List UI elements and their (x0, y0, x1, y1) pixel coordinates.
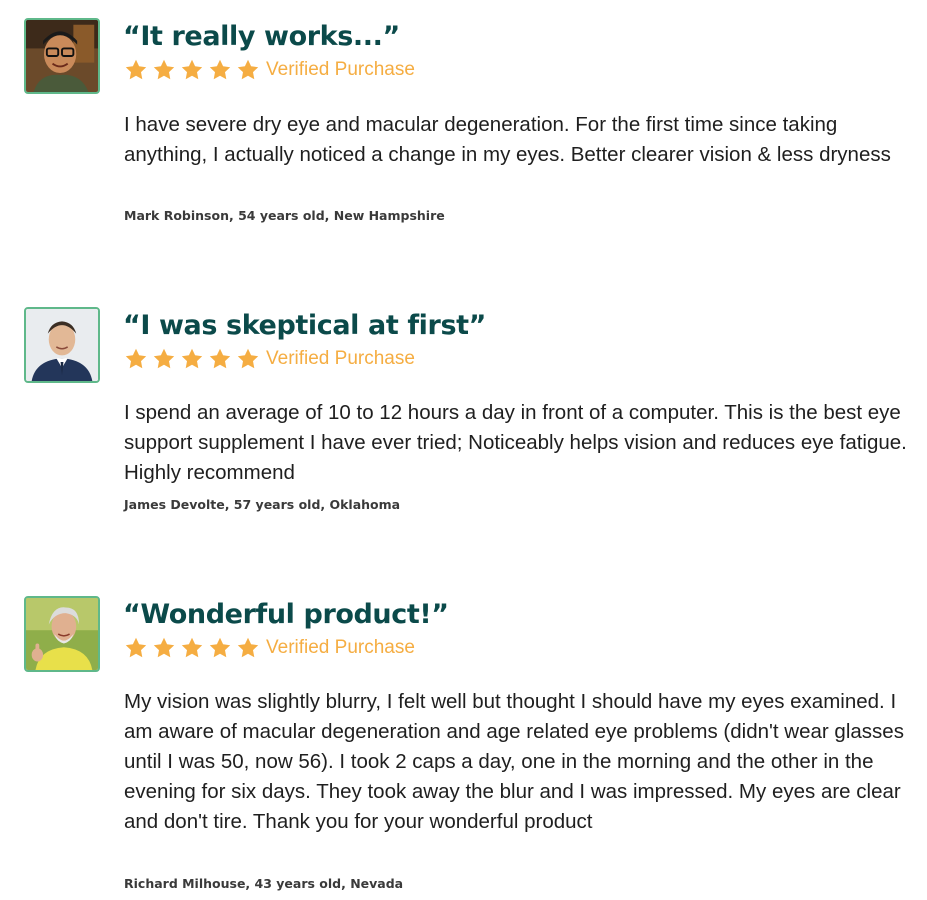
star-icon (181, 348, 203, 369)
star-icon (153, 637, 175, 658)
reviewer-avatar (24, 307, 100, 383)
reviewer-avatar (24, 596, 100, 672)
star-icon (237, 59, 259, 80)
star-icon (237, 637, 259, 658)
star-rating (124, 636, 264, 660)
verified-purchase-label: Verified Purchase (266, 348, 415, 369)
reviewer-photo (26, 598, 98, 670)
reviewer-photo (26, 20, 98, 92)
review-title: “Wonderful product!” (123, 599, 449, 630)
star-icon (209, 59, 231, 80)
review-author: Richard Milhouse, 43 years old, Nevada (124, 876, 404, 891)
star-icon (125, 348, 147, 369)
review-title: “It really works...” (123, 21, 400, 52)
star-rating (124, 347, 264, 371)
review-body: I spend an average of 10 to 12 hours a d… (124, 401, 907, 484)
review-body: My vision was slightly blurry, I felt we… (124, 690, 904, 833)
star-icon (125, 59, 147, 80)
review-author: Mark Robinson, 54 years old, New Hampshi… (124, 208, 445, 223)
star-icon (209, 348, 231, 369)
review-author: James Devolte, 57 years old, Oklahoma (124, 497, 401, 512)
reviewer-avatar (24, 18, 100, 94)
review-body: I have severe dry eye and macular degene… (124, 113, 891, 166)
star-icon (237, 348, 259, 369)
star-icon (153, 59, 175, 80)
rating-row: Verified Purchase (124, 57, 415, 83)
star-icon (153, 348, 175, 369)
review-title: “I was skeptical at first” (123, 310, 486, 341)
reviewer-photo (26, 309, 98, 381)
verified-purchase-label: Verified Purchase (266, 59, 415, 80)
star-icon (181, 637, 203, 658)
star-rating (124, 58, 264, 82)
star-icon (181, 59, 203, 80)
star-icon (209, 637, 231, 658)
rating-row: Verified Purchase (124, 635, 415, 661)
verified-purchase-label: Verified Purchase (266, 637, 415, 658)
star-icon (125, 637, 147, 658)
rating-row: Verified Purchase (124, 346, 415, 372)
